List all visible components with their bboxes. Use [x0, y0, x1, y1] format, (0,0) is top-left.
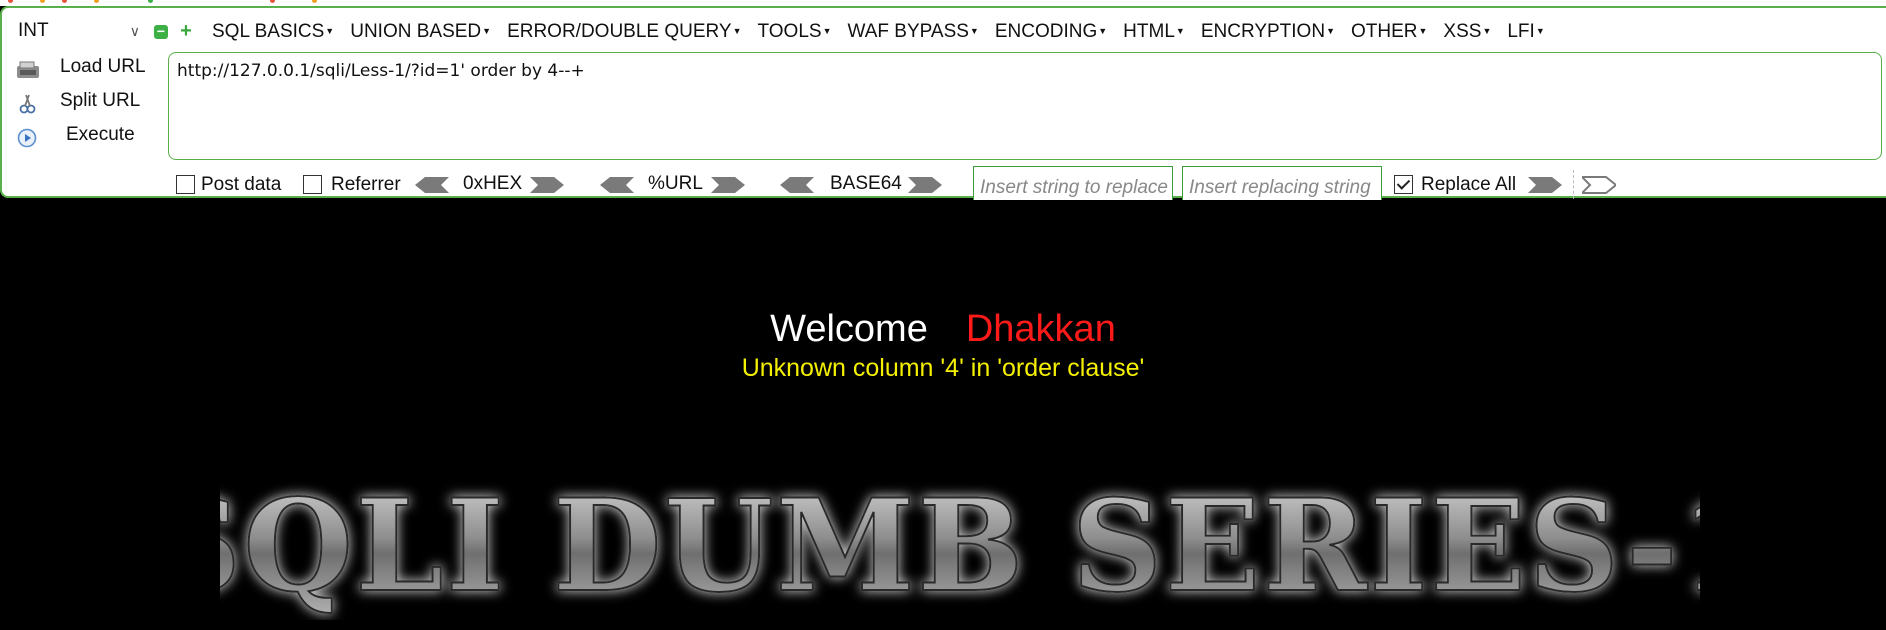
post-data-label: Post data [201, 174, 282, 195]
split-url-button[interactable]: Split URL [14, 86, 154, 120]
scissors-icon [19, 94, 36, 114]
menu-html[interactable]: HTML▼ [1123, 18, 1185, 45]
page-content: Welcome Dhakkan Unknown column '4' in 'or… [0, 200, 1886, 630]
chevron-down-icon: ∨ [129, 23, 140, 39]
referrer-label: Referrer [331, 174, 401, 195]
divider [1573, 170, 1574, 204]
tab-dot [148, 0, 153, 3]
replace-from-placeholder: Insert string to replace [980, 177, 1168, 198]
menu-label: UNION BASED [350, 21, 482, 42]
referrer-checkbox[interactable] [303, 175, 322, 194]
base64-decode-arrow-icon[interactable] [780, 176, 814, 194]
url-encode-arrow-icon[interactable] [711, 176, 745, 194]
url-decode-arrow-icon[interactable] [600, 176, 634, 194]
replace-all-checkbox[interactable] [1394, 175, 1413, 194]
caret-down-icon: ▼ [822, 26, 832, 36]
caret-down-icon: ▼ [482, 26, 492, 36]
collapse-minus-icon[interactable]: − [154, 24, 168, 39]
caret-down-icon: ▼ [732, 26, 742, 36]
expand-plus-icon[interactable]: + [179, 21, 193, 41]
base64-encode-arrow-icon[interactable] [908, 176, 942, 194]
menu-label: LFI [1507, 21, 1535, 42]
banner-text: SQLI DUMB SERIES-1 [220, 472, 1700, 620]
execute-label: Execute [66, 124, 135, 145]
menu-lfi[interactable]: LFI▼ [1507, 18, 1544, 45]
url-textarea[interactable]: http://127.0.0.1/sqli/Less-1/?id=1' orde… [168, 52, 1882, 160]
menu-encryption[interactable]: ENCRYPTION▼ [1201, 18, 1335, 45]
caret-down-icon: ▼ [1418, 26, 1428, 36]
hackbar-toolbar: INT ∨ − + SQL BASICS▼ UNION BASED▼ ERROR… [0, 6, 1886, 208]
replace-back-arrow-icon[interactable] [1582, 176, 1616, 194]
menu-union-based[interactable]: UNION BASED▼ [350, 18, 491, 45]
load-url-icon [17, 61, 39, 78]
hex-decode-arrow-icon[interactable] [415, 176, 449, 194]
url-encode-label: %URL [648, 173, 703, 194]
caret-down-icon: ▼ [1482, 26, 1492, 36]
menu-xss[interactable]: XSS▼ [1443, 18, 1491, 45]
tab-dot [40, 0, 45, 3]
menu-error-double-query[interactable]: ERROR/DOUBLE QUERY▼ [507, 18, 741, 45]
load-url-label: Load URL [60, 56, 146, 77]
menu-label: WAF BYPASS [847, 21, 969, 42]
injection-type-value: INT [18, 20, 49, 41]
menu-encoding[interactable]: ENCODING▼ [995, 18, 1107, 45]
caret-down-icon: ▼ [1535, 26, 1545, 36]
caret-down-icon: ▼ [1175, 26, 1185, 36]
hackbar-menu-row: INT ∨ − + SQL BASICS▼ UNION BASED▼ ERROR… [2, 14, 1886, 54]
menu-label: SQL BASICS [212, 21, 325, 42]
menu-label: ENCRYPTION [1200, 21, 1326, 42]
tab-dot [62, 0, 67, 3]
menu-label: TOOLS [757, 21, 822, 42]
tab-dot [270, 0, 275, 3]
injection-type-select[interactable]: INT ∨ [12, 18, 144, 44]
tab-dot [312, 0, 317, 3]
menu-tools[interactable]: TOOLS▼ [758, 18, 832, 45]
menu-label: HTML [1123, 21, 1175, 42]
welcome-text: Welcome [770, 308, 928, 350]
replace-forward-arrow-icon[interactable] [1528, 176, 1562, 194]
caret-down-icon: ▼ [969, 26, 979, 36]
play-icon [17, 128, 37, 148]
hackbar-side-buttons: Load URL Split URL Execute [14, 52, 154, 154]
hex-encode-arrow-icon[interactable] [530, 176, 564, 194]
menu-label: XSS [1443, 21, 1482, 42]
tab-dot [8, 0, 13, 3]
menu-other[interactable]: OTHER▼ [1351, 18, 1427, 45]
caret-down-icon: ▼ [1326, 26, 1335, 36]
sql-error-message: Unknown column '4' in 'order clause' [741, 354, 1145, 382]
caret-down-icon: ▼ [325, 26, 335, 36]
menu-waf-bypass[interactable]: WAF BYPASS▼ [848, 18, 979, 45]
hackbar-menus: SQL BASICS▼ UNION BASED▼ ERROR/DOUBLE QU… [212, 18, 1561, 45]
menu-label: ERROR/DOUBLE QUERY [507, 21, 732, 42]
welcome-line: Welcome Dhakkan [0, 308, 1886, 351]
execute-button[interactable]: Execute [14, 120, 154, 154]
base64-label: BASE64 [830, 173, 902, 194]
menu-label: ENCODING [994, 21, 1098, 42]
replace-to-placeholder: Insert replacing string [1189, 177, 1371, 198]
load-url-button[interactable]: Load URL [14, 52, 154, 86]
post-data-checkbox[interactable] [176, 175, 195, 194]
replace-all-label: Replace All [1421, 174, 1517, 195]
sqli-dumb-series-banner: SQLI DUMB SERIES-1 [220, 471, 1700, 620]
caret-down-icon: ▼ [1098, 26, 1108, 36]
menu-sql-basics[interactable]: SQL BASICS▼ [212, 18, 334, 45]
hackbar-options-row: Post data Referrer 0xHEX %URL BASE64 Ins… [168, 166, 1886, 208]
split-url-label: Split URL [60, 90, 141, 111]
tab-dot [94, 0, 99, 3]
user-name: Dhakkan [965, 308, 1116, 350]
url-value: http://127.0.0.1/sqli/Less-1/?id=1' orde… [177, 61, 585, 81]
hex-label: 0xHEX [463, 173, 523, 194]
menu-label: OTHER [1350, 21, 1418, 42]
